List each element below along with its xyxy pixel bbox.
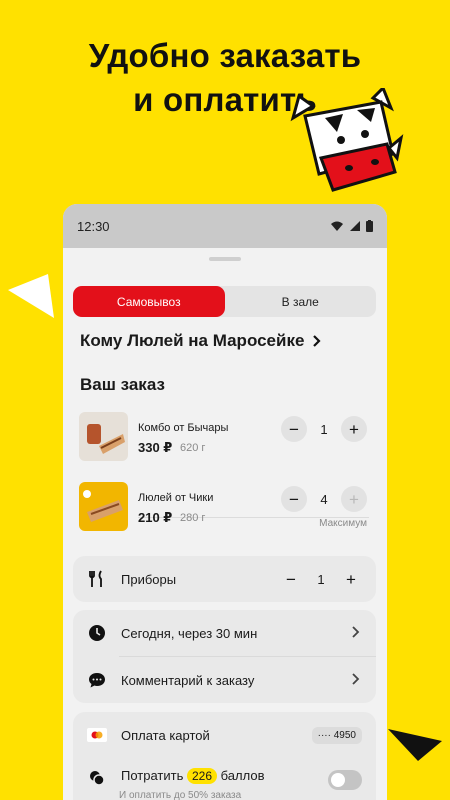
headline-line-1: Удобно заказать bbox=[88, 37, 362, 74]
increase-button-disabled: + bbox=[341, 486, 367, 512]
spend-points-line: Потратить 226 баллов bbox=[121, 768, 265, 784]
tab-dine-in[interactable]: В зале bbox=[225, 286, 377, 317]
decorative-triangle-right bbox=[388, 729, 442, 761]
quantity-stepper: − 1 + bbox=[281, 416, 367, 442]
comment-row[interactable]: Комментарий к заказу bbox=[73, 657, 376, 703]
signal-icon bbox=[350, 221, 360, 231]
status-bar: 12:30 bbox=[63, 204, 387, 248]
spend-points-toggle[interactable] bbox=[328, 770, 362, 790]
order-type-switch: Самовывоз В зале bbox=[73, 286, 376, 317]
status-time: 12:30 bbox=[77, 218, 110, 234]
chat-bubble-icon bbox=[87, 670, 107, 690]
card-number-tail: ···· 4950 bbox=[311, 727, 362, 744]
pickup-time-label: Сегодня, через 30 мин bbox=[121, 625, 258, 641]
item-quantity: 1 bbox=[320, 421, 328, 437]
item-weight: 280 г bbox=[180, 512, 206, 524]
points-badge: 226 bbox=[186, 768, 218, 784]
item-image-lulei bbox=[79, 482, 128, 531]
chevron-right-icon bbox=[313, 335, 321, 347]
payment-method-label: Оплата картой bbox=[121, 727, 210, 743]
pickup-time-row[interactable]: Сегодня, через 30 мин bbox=[73, 610, 376, 656]
sheet-drag-handle[interactable] bbox=[209, 257, 241, 261]
order-item: Комбо от Бычары 330 ₽ 620 г − 1 + bbox=[79, 412, 369, 464]
cutlery-row: Приборы − 1 + bbox=[73, 556, 376, 602]
cutlery-card: Приборы − 1 + bbox=[73, 556, 376, 602]
payment-card: Оплата картой ···· 4950 Потратить 226 ба… bbox=[73, 712, 376, 800]
item-image-combo bbox=[79, 412, 128, 461]
restaurant-name: Кому Люлей на Маросейке bbox=[80, 331, 305, 350]
item-weight: 620 г bbox=[180, 442, 206, 454]
spend-points-row: Потратить 226 баллов И оплатить до 50% з… bbox=[73, 758, 376, 800]
increase-button[interactable]: + bbox=[341, 416, 367, 442]
item-price: 330 ₽ bbox=[138, 440, 173, 455]
spend-suffix: баллов bbox=[220, 768, 265, 783]
decrease-button[interactable]: − bbox=[281, 486, 307, 512]
order-sheet: Самовывоз В зале Кому Люлей на Маросейке… bbox=[63, 251, 387, 800]
item-price: 210 ₽ bbox=[138, 510, 173, 525]
cutlery-stepper: − 1 + bbox=[278, 566, 364, 592]
decorative-triangle-left bbox=[8, 274, 54, 318]
cutlery-increase-button[interactable]: + bbox=[338, 566, 364, 592]
decrease-button[interactable]: − bbox=[281, 416, 307, 442]
chevron-right-icon bbox=[352, 673, 360, 685]
battery-icon bbox=[366, 220, 373, 232]
cutlery-quantity: 1 bbox=[317, 571, 325, 587]
cutlery-label: Приборы bbox=[121, 571, 177, 587]
points-coins-icon bbox=[87, 768, 107, 788]
item-name: Люлей от Чики bbox=[138, 492, 214, 504]
clock-icon bbox=[87, 623, 107, 643]
wifi-icon bbox=[331, 221, 343, 231]
quantity-stepper: − 4 + bbox=[281, 486, 367, 512]
item-quantity: 4 bbox=[320, 491, 328, 507]
max-quantity-note: Максимум bbox=[319, 518, 367, 529]
cow-mascot-illustration bbox=[290, 88, 404, 192]
item-name: Комбо от Бычары bbox=[138, 422, 229, 434]
restaurant-selector[interactable]: Кому Люлей на Маросейке bbox=[80, 331, 321, 351]
chevron-right-icon bbox=[352, 626, 360, 638]
spend-subtext: И оплатить до 50% заказа bbox=[119, 790, 242, 800]
phone-mockup: 12:30 Самовывоз В зале Кому Люлей на Мар… bbox=[63, 204, 387, 800]
order-options-card: Сегодня, через 30 мин Комментарий к зака… bbox=[73, 610, 376, 703]
cutlery-decrease-button[interactable]: − bbox=[278, 566, 304, 592]
credit-card-icon bbox=[87, 725, 107, 745]
tab-pickup[interactable]: Самовывоз bbox=[73, 286, 225, 317]
spend-prefix: Потратить bbox=[121, 768, 184, 783]
order-item: Люлей от Чики 210 ₽ 280 г − 4 + Максимум bbox=[79, 482, 369, 534]
fork-knife-icon bbox=[87, 569, 107, 589]
order-title: Ваш заказ bbox=[80, 375, 165, 394]
payment-method-row[interactable]: Оплата картой ···· 4950 bbox=[73, 712, 376, 758]
comment-label: Комментарий к заказу bbox=[121, 672, 255, 688]
